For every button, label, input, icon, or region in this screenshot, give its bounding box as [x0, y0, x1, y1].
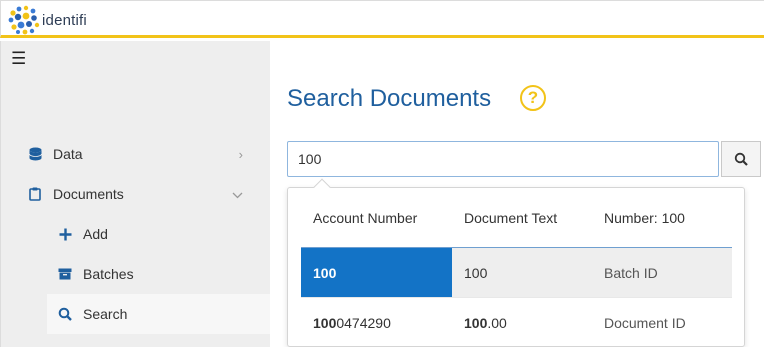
cell-document-text[interactable]: 100	[452, 248, 592, 297]
cell-account-number[interactable]: 100	[301, 248, 452, 297]
help-icon[interactable]: ?	[520, 85, 546, 111]
cell-account-number[interactable]: 100 0474290	[301, 298, 452, 347]
match-text: 100	[464, 264, 488, 281]
top-bar: identifi	[0, 0, 764, 38]
column-header-account-number: Account Number	[313, 209, 418, 226]
hamburger-icon[interactable]: ☰	[11, 47, 35, 71]
suggestion-row[interactable]: 100 0474290 100.00 Document ID	[301, 298, 732, 347]
logo[interactable]: identifi	[7, 5, 87, 35]
suggestion-row[interactable]: 100 100 Batch ID	[301, 248, 732, 298]
search-suggestions-dropdown: Account Number Document Text Number: 100…	[287, 178, 745, 347]
sidebar-item-documents[interactable]: Documents	[1, 174, 271, 214]
column-header-number: Number: 100	[604, 209, 685, 226]
plus-icon	[55, 228, 75, 241]
suggestions-table: Account Number Document Text Number: 100…	[301, 188, 732, 347]
sidebar-item-label: Data	[53, 146, 83, 162]
page-title: Search Documents	[287, 85, 492, 112]
match-text: 100	[313, 264, 337, 281]
column-header-document-text: Document Text	[464, 209, 558, 226]
sidebar-item-label: Batches	[83, 266, 134, 282]
clipboard-icon	[25, 187, 45, 201]
search-icon	[55, 307, 75, 321]
search-button[interactable]	[721, 141, 761, 177]
database-icon	[25, 147, 45, 161]
cell-number-type[interactable]: Document ID	[592, 298, 732, 347]
rest-text: 0474290	[336, 314, 391, 331]
rest-text: .00	[487, 314, 507, 331]
logo-icon	[8, 5, 40, 35]
sidebar-item-search[interactable]: Search	[47, 294, 271, 334]
chevron-down-icon	[232, 187, 243, 202]
sidebar-item-data[interactable]: Data ›	[1, 134, 271, 174]
search-icon	[734, 152, 748, 166]
app-window: identifi ☰ Data › Documents Add Batches …	[0, 0, 764, 347]
sidebar: ☰ Data › Documents Add Batches Search	[0, 41, 271, 347]
main-content: Search Documents ? Account Number Docume…	[270, 41, 764, 347]
table-header-row: Account Number Document Text Number: 100	[301, 188, 732, 248]
sidebar-item-label: Search	[83, 306, 128, 322]
match-text: 100	[313, 314, 337, 331]
cell-number-type[interactable]: Batch ID	[592, 248, 732, 297]
logo-text: identifi	[42, 11, 87, 29]
search-input[interactable]	[287, 141, 719, 177]
sidebar-item-add[interactable]: Add	[47, 214, 271, 254]
cell-document-text[interactable]: 100.00	[452, 298, 592, 347]
sidebar-item-label: Add	[83, 226, 108, 242]
chevron-right-icon: ›	[238, 146, 243, 162]
sidebar-item-batches[interactable]: Batches	[47, 254, 271, 294]
match-text: 100	[464, 314, 488, 331]
sidebar-item-label: Documents	[53, 186, 124, 202]
archive-icon	[55, 268, 75, 280]
